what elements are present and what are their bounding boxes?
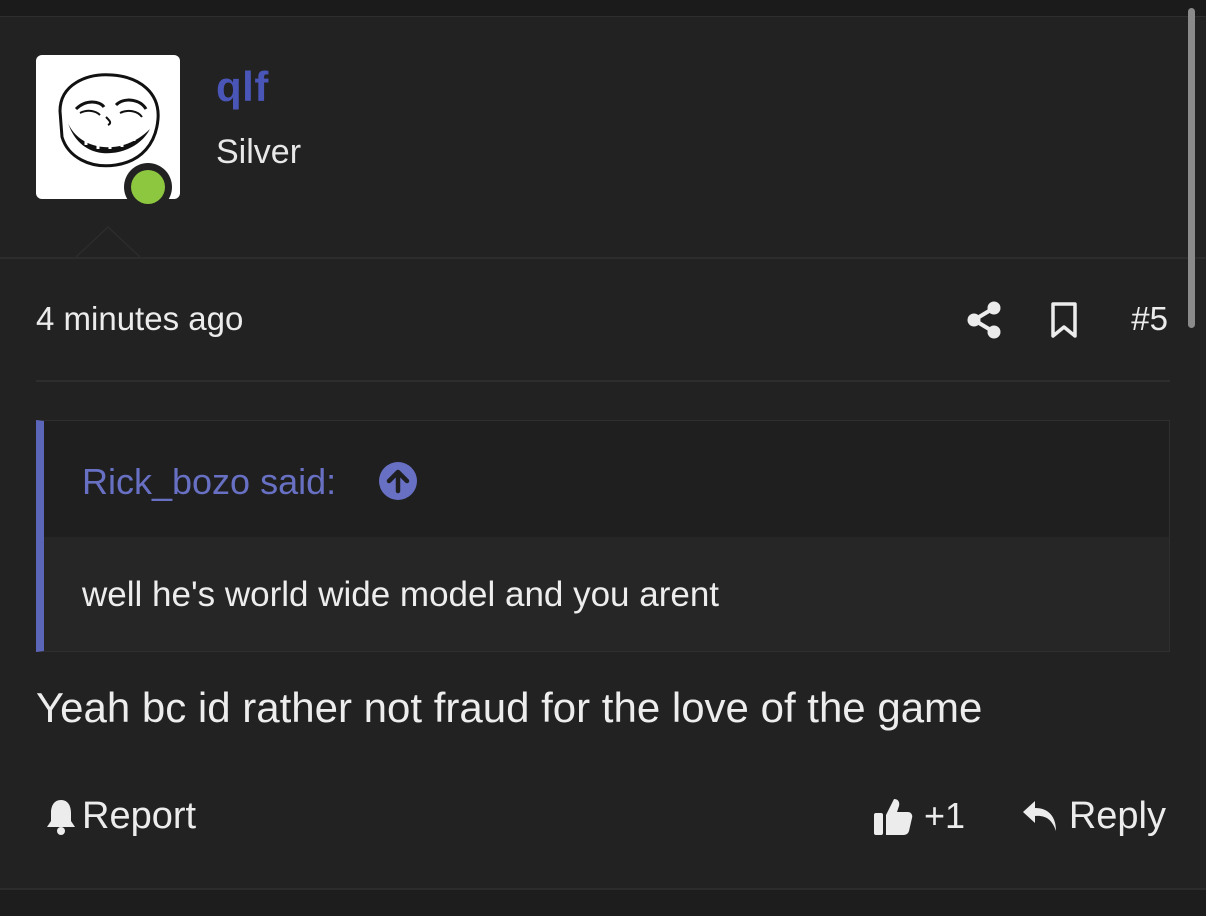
jump-to-quote-button[interactable] [378, 461, 418, 501]
report-button[interactable]: Report [44, 794, 196, 838]
user-title: Silver [216, 133, 302, 171]
thumbs-up-icon [874, 799, 913, 835]
bottom-strip [0, 890, 1206, 916]
share-icon [967, 301, 1001, 339]
scrollbar[interactable] [1188, 8, 1195, 328]
quote-body: well he's world wide model and you arent [44, 537, 1169, 651]
post-timestamp[interactable]: 4 minutes ago [36, 300, 243, 338]
bookmark-icon [1051, 302, 1077, 338]
like-button[interactable]: +1 [872, 794, 965, 838]
reply-label: Reply [1068, 794, 1166, 837]
header-pointer [74, 226, 142, 258]
bookmark-button[interactable] [1048, 300, 1080, 340]
username[interactable]: qlf [216, 63, 269, 111]
bell-icon [47, 800, 75, 835]
meta-divider [36, 380, 1170, 382]
reply-button[interactable]: Reply [1021, 794, 1166, 838]
online-status-dot [124, 163, 172, 211]
quote-text: well he's world wide model and you arent [82, 575, 720, 614]
avatar[interactable] [36, 55, 180, 211]
reply-arrow-icon [1022, 801, 1056, 831]
user-header: qlf Silver [0, 17, 1206, 258]
header-divider [0, 257, 1206, 259]
post-actions: Report +1 Reply [36, 786, 1170, 846]
trollface-avatar-icon [58, 73, 160, 168]
quote-block: Rick_bozo said: well he's world wide mod… [36, 420, 1170, 652]
quote-author-link[interactable]: Rick_bozo said: [82, 461, 336, 503]
post-body: Yeah bc id rather not fraud for the love… [36, 684, 983, 731]
post-number-link[interactable]: #5 [1131, 300, 1168, 338]
top-strip [0, 0, 1206, 17]
post-meta: 4 minutes ago #5 [36, 290, 1170, 350]
share-button[interactable] [966, 300, 1002, 340]
report-label: Report [82, 794, 197, 837]
like-count: +1 [924, 795, 966, 836]
quote-header: Rick_bozo said: [44, 421, 1169, 537]
arrow-up-circle-icon [379, 462, 417, 500]
